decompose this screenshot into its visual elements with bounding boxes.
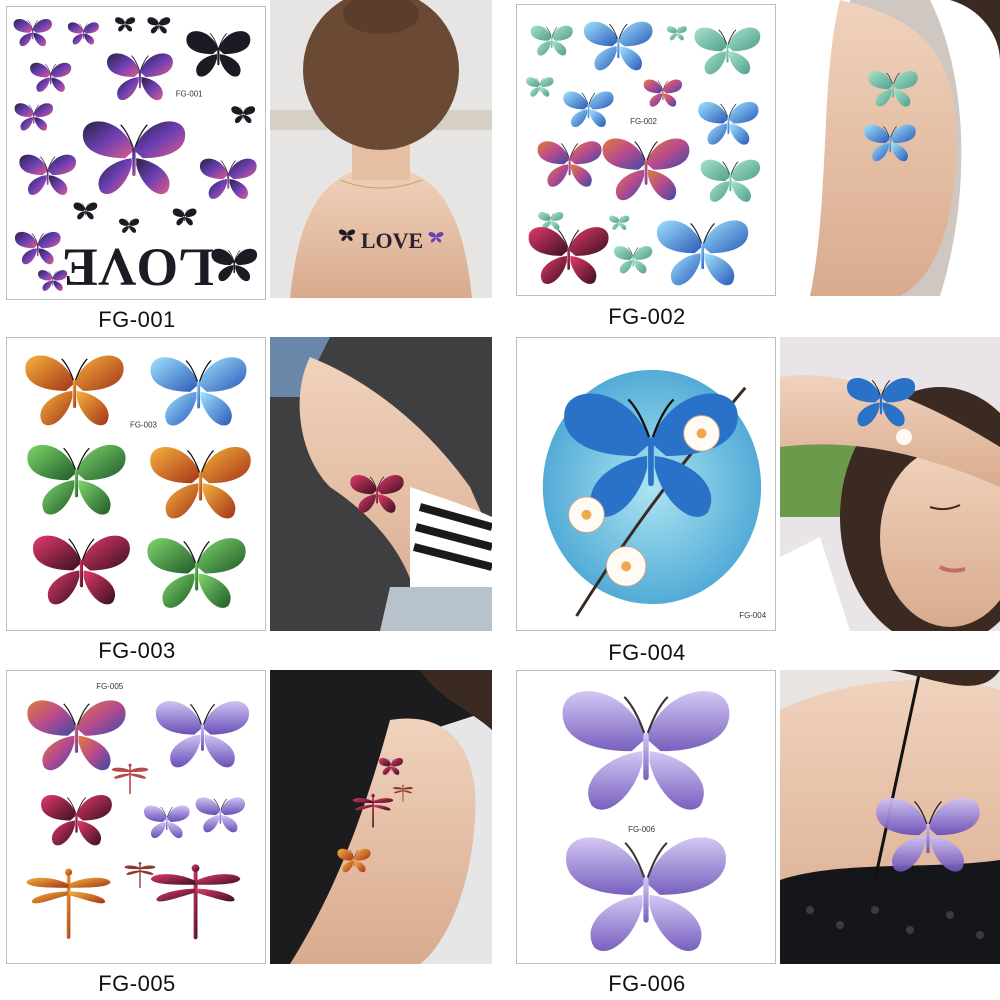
model-photo-fg-002 xyxy=(780,0,1000,296)
butterfly-icon xyxy=(26,699,127,771)
sheet-code-label: FG-005 xyxy=(96,682,123,691)
product-cell-fg-006: FG-006 FG-006 xyxy=(500,666,1000,1000)
sheet-code-label: FG-006 xyxy=(628,825,655,834)
tattoo-sheet-fg-005: FG-005 xyxy=(6,670,266,964)
product-cell-fg-004: FG-004 FG-004 xyxy=(500,333,1000,666)
sheet-code-label: FG-003 xyxy=(130,420,157,429)
sheet-code-label: FG-001 xyxy=(176,89,203,98)
tattoo-sheet-fg-003: FG-003 xyxy=(6,337,266,631)
sheet-love-text: LOVE xyxy=(62,237,214,297)
model-photo-fg-001: LOVE xyxy=(270,0,492,298)
butterfly-icon xyxy=(530,25,574,56)
tattoo-sheet-fg-002: FG-002 xyxy=(516,4,776,296)
product-code-caption: FG-001 xyxy=(98,307,176,332)
product-code-caption: FG-005 xyxy=(98,971,176,996)
tattoo-sheet-fg-004: FG-004 xyxy=(516,337,776,631)
tattoo-sheet-fg-001: FG-001 LOVE xyxy=(6,6,266,300)
product-code-caption: FG-003 xyxy=(98,638,176,663)
product-code-caption: FG-002 xyxy=(608,304,686,329)
product-cell-fg-005: FG-005 FG-005 xyxy=(0,666,500,1000)
product-cell-fg-002: FG-002 FG-002 xyxy=(500,0,1000,333)
product-cell-fg-003: FG-003 FG-003 xyxy=(0,333,500,666)
butterfly-icon xyxy=(561,689,731,812)
product-code-caption: FG-006 xyxy=(608,971,686,996)
model-photo-fg-005 xyxy=(270,670,492,964)
photo-love-text: LOVE xyxy=(361,228,423,253)
butterfly-icon xyxy=(13,18,53,47)
model-photo-fg-004 xyxy=(780,337,1000,631)
butterfly-icon xyxy=(24,354,125,426)
product-code-caption: FG-004 xyxy=(608,640,686,665)
tattoo-sheet-fg-006: FG-006 xyxy=(516,670,776,964)
product-cell-fg-001: FG-001 LOVE LOVE FG-001 xyxy=(0,0,500,333)
model-photo-fg-006 xyxy=(780,670,1000,964)
sheet-code-label: FG-002 xyxy=(630,117,657,126)
model-photo-fg-003 xyxy=(270,337,492,631)
sheet-code-label: FG-004 xyxy=(739,611,766,620)
